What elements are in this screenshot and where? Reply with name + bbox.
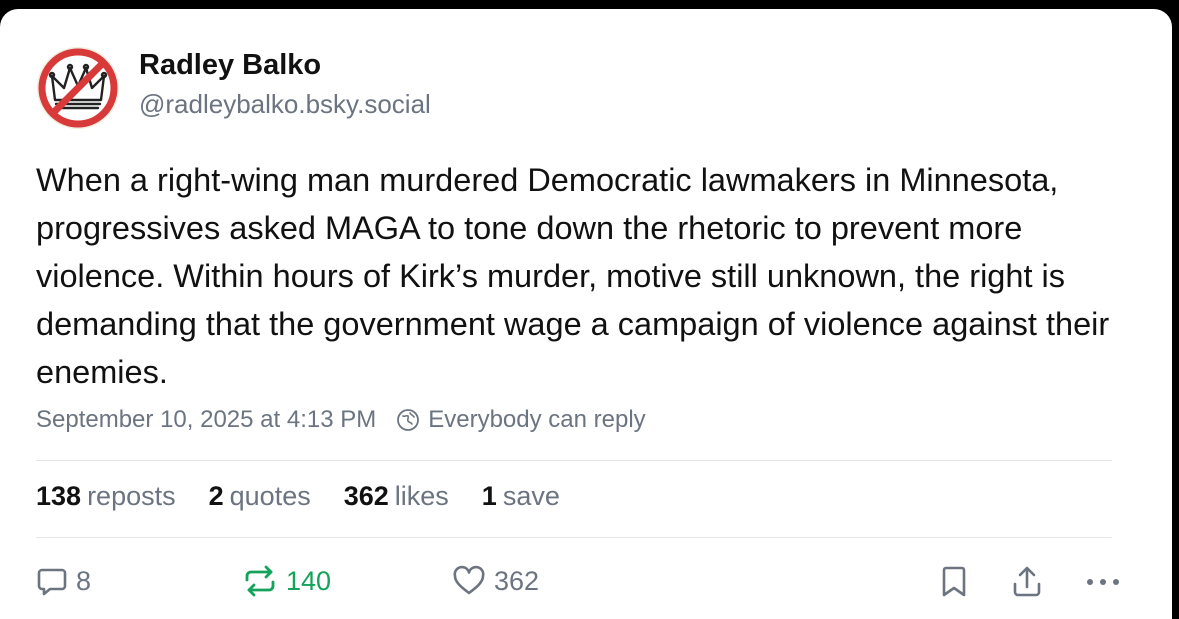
quotes-count: 2	[208, 481, 224, 511]
heart-icon	[453, 565, 485, 595]
likes-stat[interactable]: 362 likes	[344, 481, 449, 512]
share-icon	[1013, 566, 1041, 597]
likes-count: 362	[343, 481, 389, 511]
saves-stat[interactable]: 1 save	[482, 481, 560, 512]
reply-button[interactable]: 8	[36, 565, 91, 597]
bookmark-icon	[942, 566, 966, 597]
quotes-stat[interactable]: 2 quotes	[209, 481, 311, 512]
engagement-stats: 138 reposts 2 quotes 362 likes 1 save	[36, 481, 593, 512]
like-count: 362	[494, 565, 540, 596]
reposts-label: reposts	[87, 481, 176, 511]
quotes-label: quotes	[229, 481, 311, 511]
action-bar: 8 140 362	[0, 565, 1172, 611]
reply-count: 8	[76, 565, 92, 596]
saves-label: save	[502, 481, 560, 511]
post-text: When a right-wing man murdered Democrati…	[36, 162, 1110, 390]
crossed-out-crown-avatar-icon	[37, 47, 119, 129]
share-button[interactable]	[1011, 565, 1043, 599]
ellipsis-icon	[1087, 579, 1119, 585]
avatar[interactable]	[36, 46, 120, 130]
divider	[36, 460, 1112, 461]
post-timestamp[interactable]: September 10, 2025 at 4:13 PM	[36, 406, 376, 434]
divider	[36, 537, 1112, 538]
more-options-button[interactable]	[1083, 565, 1123, 597]
bookmark-button[interactable]	[940, 565, 968, 599]
globe-icon	[397, 409, 420, 431]
like-button[interactable]: 362	[452, 565, 539, 597]
repost-icon	[245, 565, 275, 597]
reposts-count: 138	[36, 481, 82, 511]
repost-button[interactable]: 140	[242, 565, 331, 597]
likes-label: likes	[394, 481, 449, 511]
author-display-name[interactable]: Radley Balko	[139, 49, 321, 82]
speech-bubble-icon	[37, 568, 67, 596]
reposts-stat[interactable]: 138 reposts	[36, 481, 176, 512]
post-card: Radley Balko @radleybalko.bsky.social Wh…	[0, 9, 1172, 619]
author-handle[interactable]: @radleybalko.bsky.social	[139, 89, 431, 120]
saves-count: 1	[481, 481, 497, 511]
reply-setting-label[interactable]: Everybody can reply	[428, 406, 645, 434]
repost-count: 140	[286, 565, 332, 596]
post-meta: September 10, 2025 at 4:13 PM Everybody …	[36, 406, 646, 434]
